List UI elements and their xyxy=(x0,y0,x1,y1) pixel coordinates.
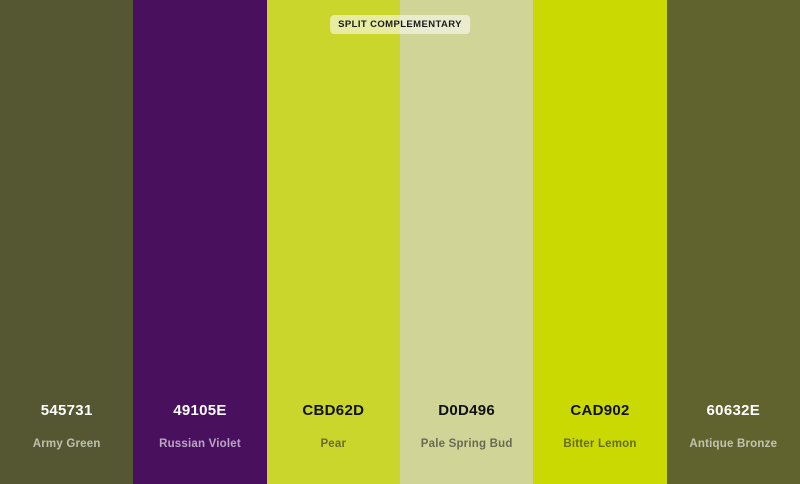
color-swatch-antique-bronze[interactable]: 60632E Antique Bronze xyxy=(666,0,800,484)
swatch-hex-code[interactable]: CBD62D xyxy=(267,402,400,419)
color-swatch-pale-spring-bud[interactable]: D0D496 Pale Spring Bud xyxy=(399,0,534,484)
swatch-color-name: Bitter Lemon xyxy=(563,438,637,450)
color-swatch-bitter-lemon[interactable]: CAD902 Bitter Lemon xyxy=(533,0,667,484)
swatch-color-name: Russian Violet xyxy=(159,438,241,450)
color-palette: 545731 Army Green 49105E Russian Violet … xyxy=(0,0,800,484)
swatch-hex-code[interactable]: 49105E xyxy=(133,402,266,419)
swatch-color-name: Pear xyxy=(320,438,347,450)
swatch-color-name: Antique Bronze xyxy=(689,438,778,450)
swatch-hex-code[interactable]: D0D496 xyxy=(400,402,533,419)
color-swatch-pear[interactable]: CBD62D Pear xyxy=(266,0,400,484)
swatch-color-name: Pale Spring Bud xyxy=(420,438,513,450)
swatch-hex-code[interactable]: 60632E xyxy=(667,402,800,419)
color-swatch-russian-violet[interactable]: 49105E Russian Violet xyxy=(133,0,267,484)
scheme-type-badge: SPLIT COMPLEMENTARY xyxy=(330,15,470,34)
swatch-color-name: Army Green xyxy=(32,438,101,450)
swatch-hex-code[interactable]: 545731 xyxy=(0,402,133,419)
color-swatch-army-green[interactable]: 545731 Army Green xyxy=(0,0,134,484)
swatch-hex-code[interactable]: CAD902 xyxy=(533,402,666,419)
